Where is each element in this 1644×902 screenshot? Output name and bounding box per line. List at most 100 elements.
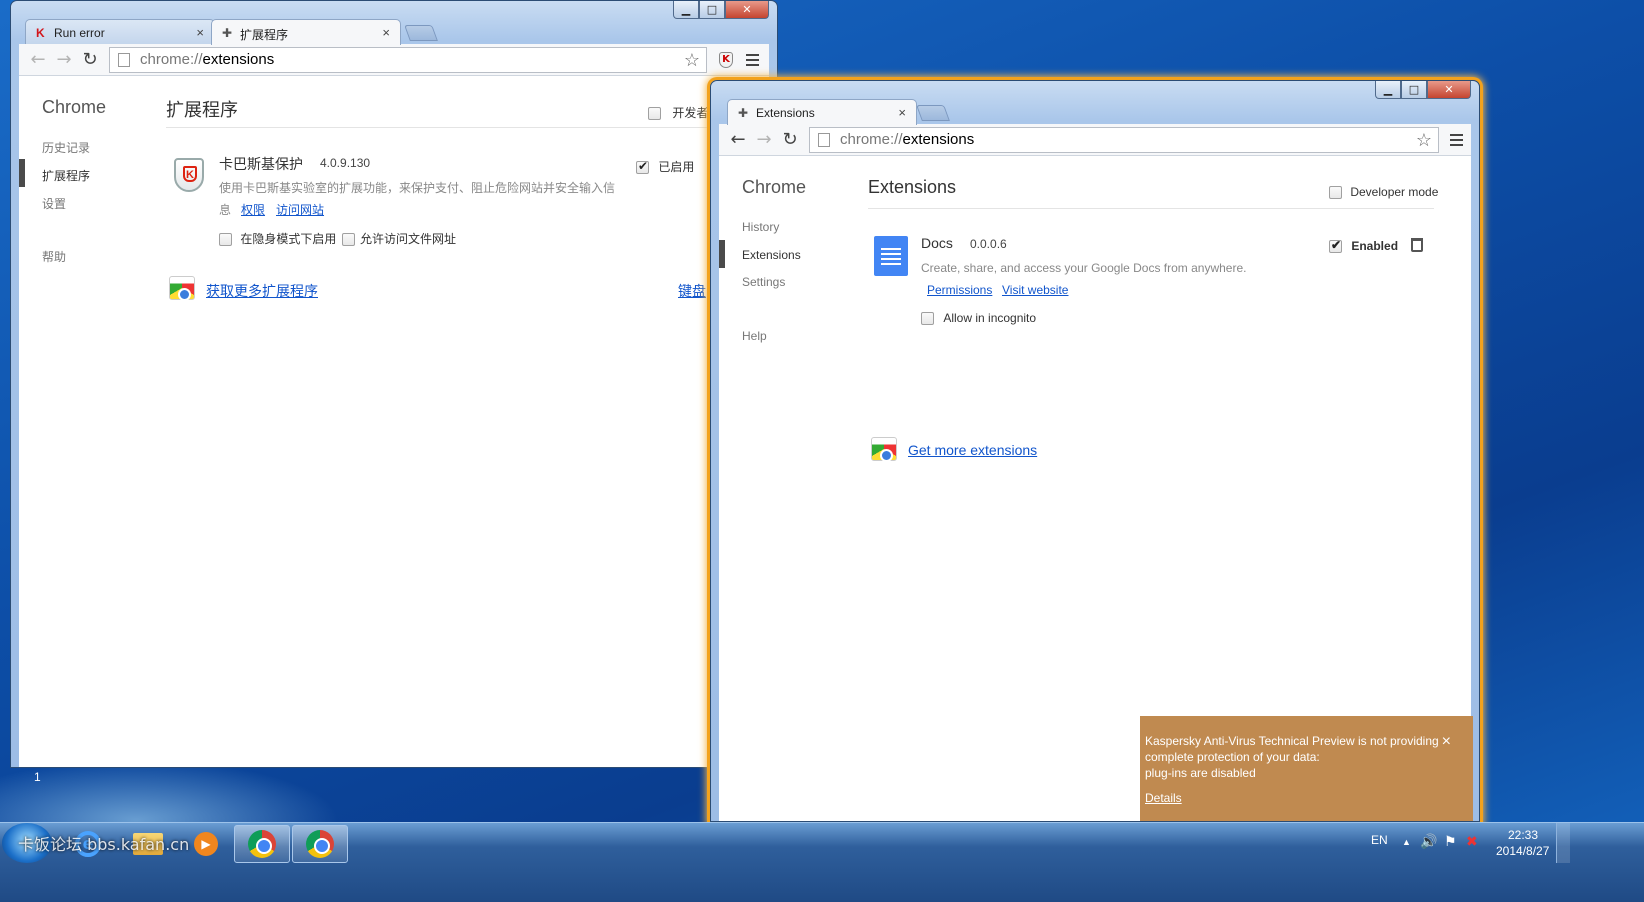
sidebar-item-history[interactable]: History xyxy=(742,220,779,234)
network-icon[interactable]: ✖ xyxy=(1466,833,1478,850)
tab-extensions[interactable]: ✚ Extensions × xyxy=(727,99,917,125)
visit-website-link[interactable]: Visit website xyxy=(1002,283,1068,297)
close-tab-icon[interactable]: × xyxy=(196,25,204,40)
close-window-button[interactable]: ✕ xyxy=(725,1,769,19)
close-tab-icon[interactable]: × xyxy=(382,25,390,40)
enabled-label: Enabled xyxy=(1351,239,1399,253)
window-caption-buttons: ▁ □ ✕ xyxy=(1375,81,1471,99)
chrome-window-right[interactable]: ▁ □ ✕ ✚ Extensions × ← → ↻ chrome:// ext… xyxy=(710,80,1480,822)
web-store-icon xyxy=(169,276,195,301)
incognito-checkbox[interactable] xyxy=(921,312,934,326)
action-center-flag-icon[interactable]: ⚑ xyxy=(1444,833,1457,850)
show-hidden-icons-arrow[interactable]: ▲ xyxy=(1402,837,1411,847)
get-more-extensions-link[interactable]: Get more extensions xyxy=(908,442,1037,458)
page-title: Extensions xyxy=(868,177,957,197)
back-arrow-icon[interactable]: ← xyxy=(25,48,51,72)
get-more-extensions-link[interactable]: 获取更多扩展程序 xyxy=(206,281,318,301)
developer-mode-checkbox[interactable] xyxy=(648,107,661,121)
chrome-window-left[interactable]: ▁ □ ✕ K Run error × ✚ 扩展程序 × ← → ↻ chrom… xyxy=(10,0,778,768)
clock-date[interactable]: 2014/8/27 xyxy=(1496,844,1549,858)
keyboard-shortcuts-link[interactable]: 键盘 xyxy=(678,281,706,301)
tab-extensions-cn[interactable]: ✚ 扩展程序 × xyxy=(211,19,401,45)
incognito-checkbox[interactable] xyxy=(219,233,232,247)
incognito-option[interactable]: Allow in incognito xyxy=(921,311,1036,326)
developer-mode-toggle[interactable]: 开发者 xyxy=(648,104,708,121)
reload-icon[interactable]: ↻ xyxy=(777,128,803,152)
extension-name: Docs xyxy=(921,235,953,251)
chrome-menu-icon[interactable] xyxy=(739,48,765,72)
bookmark-star-icon[interactable]: ☆ xyxy=(684,50,700,71)
incognito-option[interactable]: 在隐身模式下启用 允许访问文件网址 xyxy=(219,230,456,247)
extension-version: 0.0.0.6 xyxy=(970,237,1007,251)
taskbar-chrome-button-2[interactable] xyxy=(292,825,348,863)
enabled-checkbox[interactable] xyxy=(636,159,649,175)
new-tab-button[interactable] xyxy=(404,25,438,41)
volume-icon[interactable]: 🔊 xyxy=(1420,833,1437,850)
back-arrow-icon[interactable]: ← xyxy=(725,128,751,152)
side-title: Chrome xyxy=(742,177,807,197)
enabled-toggle[interactable]: 已启用 xyxy=(636,158,694,175)
browser-toolbar: ← → ↻ chrome:// extensions ☆ K xyxy=(19,44,769,76)
extension-description: Create, share, and access your Google Do… xyxy=(921,261,1247,275)
enabled-toggle[interactable]: Enabled xyxy=(1329,238,1399,254)
developer-mode-label: Developer mode xyxy=(1350,185,1439,199)
sidebar-item-settings[interactable]: 设置 xyxy=(42,195,66,212)
notification-message: Kaspersky Anti-Virus Technical Preview i… xyxy=(1145,733,1468,781)
permissions-link[interactable]: Permissions xyxy=(927,283,992,297)
enabled-checkbox[interactable] xyxy=(1329,238,1342,254)
close-icon[interactable]: × xyxy=(1442,733,1451,751)
file-url-label: 允许访问文件网址 xyxy=(360,232,457,246)
browser-toolbar: ← → ↻ chrome:// extensions ☆ xyxy=(719,124,1471,156)
visit-website-link[interactable]: 访问网站 xyxy=(276,201,324,218)
sidebar-item-help[interactable]: 帮助 xyxy=(42,248,66,265)
taskbar-chrome-button-1[interactable] xyxy=(234,825,290,863)
address-bar[interactable]: chrome:// extensions ☆ xyxy=(809,126,1439,153)
file-url-checkbox[interactable] xyxy=(341,233,355,247)
developer-mode-toggle[interactable]: Developer mode xyxy=(1329,185,1439,200)
windows-taskbar: e ▶ 卡饭论坛 bbs.kafan.cn EN ▲ 🔊 ⚑ ✖ 22:33 2… xyxy=(0,822,1644,902)
tab-run-error[interactable]: K Run error × xyxy=(25,19,215,45)
notification-line-2: complete protection of your data: xyxy=(1145,750,1320,764)
sidebar-item-extensions[interactable]: 扩展程序 xyxy=(42,167,90,184)
url-path: extensions xyxy=(902,131,975,148)
forward-arrow-icon[interactable]: → xyxy=(751,128,777,152)
incognito-label: 在隐身模式下启用 xyxy=(240,232,337,246)
trash-icon[interactable] xyxy=(1411,238,1423,252)
sidebar-item-extensions[interactable]: Extensions xyxy=(742,248,801,262)
show-desktop-button[interactable] xyxy=(1556,823,1570,863)
developer-mode-checkbox[interactable] xyxy=(1329,186,1342,200)
minimize-button[interactable]: ▁ xyxy=(1375,81,1401,99)
watermark-text: 卡饭论坛 bbs.kafan.cn xyxy=(18,835,190,854)
new-tab-button[interactable] xyxy=(916,105,950,121)
puzzle-icon: ✚ xyxy=(738,106,749,120)
maximize-button[interactable]: □ xyxy=(699,1,725,19)
address-bar[interactable]: chrome:// extensions ☆ xyxy=(109,46,707,73)
kaspersky-notification: Kaspersky Anti-Virus Technical Preview i… xyxy=(1140,716,1473,821)
details-link[interactable]: Details xyxy=(1145,791,1182,805)
maximize-button[interactable]: □ xyxy=(1401,81,1427,99)
header-divider xyxy=(166,127,769,128)
chrome-menu-icon[interactable] xyxy=(1443,128,1469,152)
page-icon xyxy=(818,132,830,147)
kaspersky-extension-icon[interactable]: K xyxy=(713,48,739,72)
close-window-button[interactable]: ✕ xyxy=(1427,81,1471,99)
clock-time[interactable]: 22:33 xyxy=(1508,828,1538,842)
forward-arrow-icon[interactable]: → xyxy=(51,48,77,72)
tab-label: 扩展程序 xyxy=(240,28,289,42)
language-indicator[interactable]: EN xyxy=(1371,833,1388,847)
sidebar-item-settings[interactable]: Settings xyxy=(742,275,785,289)
close-tab-icon[interactable]: × xyxy=(898,105,906,120)
tab-label: Extensions xyxy=(756,106,815,120)
minimize-button[interactable]: ▁ xyxy=(673,1,699,19)
page-title: 扩展程序 xyxy=(166,100,238,120)
reload-icon[interactable]: ↻ xyxy=(77,48,103,72)
extensions-page-cn: Chrome 历史记录 扩展程序 设置 帮助 扩展程序 开发者 K 卡巴斯基保护… xyxy=(19,76,769,767)
sidebar-item-help[interactable]: Help xyxy=(742,329,767,343)
tab-label: Run error xyxy=(54,26,105,40)
sidebar-selection-bar xyxy=(719,240,725,268)
permissions-link[interactable]: 权限 xyxy=(241,201,265,218)
developer-mode-label: 开发者 xyxy=(672,106,709,120)
extension-name: 卡巴斯基保护 xyxy=(219,156,303,172)
sidebar-item-history[interactable]: 历史记录 xyxy=(42,139,90,156)
bookmark-star-icon[interactable]: ☆ xyxy=(1416,130,1432,151)
